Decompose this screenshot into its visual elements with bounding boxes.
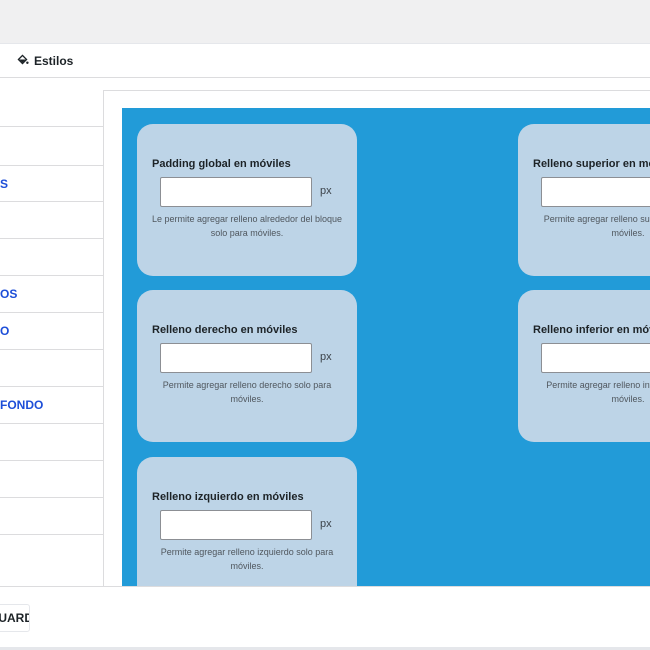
tab-styles[interactable]: Estilos	[16, 53, 73, 69]
help-text: Permite agregar relleno izquierdo solo p…	[160, 547, 334, 571]
tab-styles-label: Estilos	[34, 54, 74, 68]
styles-canvas: Padding global en móviles px Le permite …	[122, 108, 650, 586]
sidebar-item[interactable]	[0, 202, 103, 239]
padding-global-input[interactable]	[160, 177, 312, 207]
sidebar-item[interactable]	[0, 90, 103, 127]
card-title: Relleno superior en móviles	[533, 158, 650, 170]
sidebar-item[interactable]	[0, 498, 103, 535]
padding-bottom-card: Relleno inferior en móviles px Permite a…	[518, 290, 650, 442]
card-title: Relleno izquierdo en móviles	[152, 491, 304, 503]
save-button[interactable]: GUARDAR	[0, 604, 30, 632]
help-text: Le permite agregar relleno alrededor del…	[151, 214, 343, 238]
unit-label: px	[320, 351, 332, 363]
padding-left-card: Relleno izquierdo en móviles px Permite …	[137, 457, 357, 586]
help-text: Permite agregar relleno derecho solo par…	[162, 380, 332, 404]
tab-bar: Estilos	[0, 44, 650, 78]
sidebar-item[interactable]	[0, 350, 103, 387]
paint-bucket-icon	[16, 53, 29, 69]
card-title: Relleno derecho en móviles	[152, 324, 298, 336]
padding-right-input[interactable]	[160, 343, 312, 373]
padding-bottom-input[interactable]	[541, 343, 650, 373]
padding-top-input[interactable]	[541, 177, 650, 207]
help-text: Permite agregar relleno inferior solo pa…	[546, 380, 650, 404]
sidebar-item[interactable]: O	[0, 313, 103, 350]
card-title: Padding global en móviles	[152, 158, 291, 170]
card-title: Relleno inferior en móviles	[533, 324, 650, 336]
padding-left-input[interactable]	[160, 510, 312, 540]
sidebar-item[interactable]: FONDO	[0, 387, 103, 424]
sidebar-item[interactable]	[0, 239, 103, 276]
padding-right-card: Relleno derecho en móviles px Permite ag…	[137, 290, 357, 442]
padding-global-card: Padding global en móviles px Le permite …	[137, 124, 357, 276]
sidebar-item[interactable]: OS	[0, 276, 103, 313]
top-bar	[0, 0, 650, 44]
sidebar: S OS O FONDO	[0, 90, 104, 586]
padding-top-card: Relleno superior en móviles px Permite a…	[518, 124, 650, 276]
sidebar-item[interactable]	[0, 424, 103, 461]
bottom-bar: GUARDAR	[0, 586, 650, 648]
unit-label: px	[320, 518, 332, 530]
unit-label: px	[320, 185, 332, 197]
sidebar-item[interactable]: S	[0, 165, 103, 202]
help-text: Permite agregar relleno superior solo pa…	[543, 214, 650, 238]
sidebar-item[interactable]	[0, 461, 103, 498]
